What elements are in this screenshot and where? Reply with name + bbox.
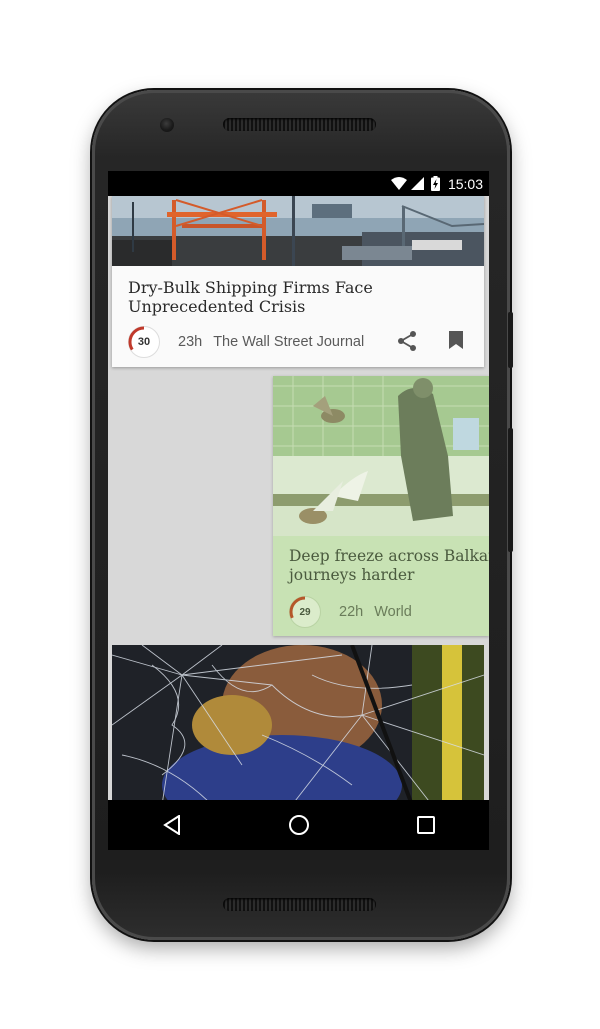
bottom-speaker (223, 898, 376, 911)
article-card[interactable]: Deep freeze across Balkans journeys hard… (273, 376, 489, 636)
front-camera (160, 118, 174, 132)
shattered-glass-image (112, 645, 484, 800)
recents-icon[interactable] (406, 805, 446, 845)
article-age: 22h (339, 604, 364, 620)
article-title[interactable]: Deep freeze across Balkans journeys hard… (289, 547, 489, 585)
article-meta: 29 22h World (289, 596, 412, 628)
home-icon[interactable] (279, 805, 319, 845)
screen: 15:03 Dry-Bulk Shipping Firms Face Unpre… (108, 171, 489, 850)
article-source[interactable]: The Wall Street Journal (213, 334, 364, 350)
relevance-score: 29 (289, 596, 321, 628)
wifi-icon (390, 177, 407, 190)
top-speaker (223, 118, 376, 131)
navigation-bar (108, 800, 489, 850)
birds-feeding-snow-image (273, 376, 489, 536)
article-meta: 30 23h The Wall Street Journal (128, 326, 472, 358)
article-source[interactable]: World (374, 604, 412, 620)
back-icon[interactable] (152, 805, 192, 845)
news-feed[interactable]: Dry-Bulk Shipping Firms Face Unprecedent… (108, 196, 489, 800)
industrial-port-cranes-image (112, 196, 484, 266)
article-title[interactable]: Dry-Bulk Shipping Firms Face Unprecedent… (128, 278, 448, 316)
article-card[interactable] (112, 645, 484, 800)
bookmark-icon[interactable] (448, 330, 464, 350)
cell-signal-icon (410, 177, 424, 190)
status-time: 15:03 (447, 175, 483, 192)
battery-charging-icon (430, 176, 440, 191)
article-card[interactable]: Dry-Bulk Shipping Firms Face Unprecedent… (112, 196, 484, 367)
relevance-score: 30 (128, 326, 160, 358)
status-bar: 15:03 (108, 171, 489, 196)
power-button (508, 312, 513, 368)
volume-button (508, 428, 513, 552)
share-icon[interactable] (396, 330, 418, 352)
article-age: 23h (178, 334, 203, 350)
